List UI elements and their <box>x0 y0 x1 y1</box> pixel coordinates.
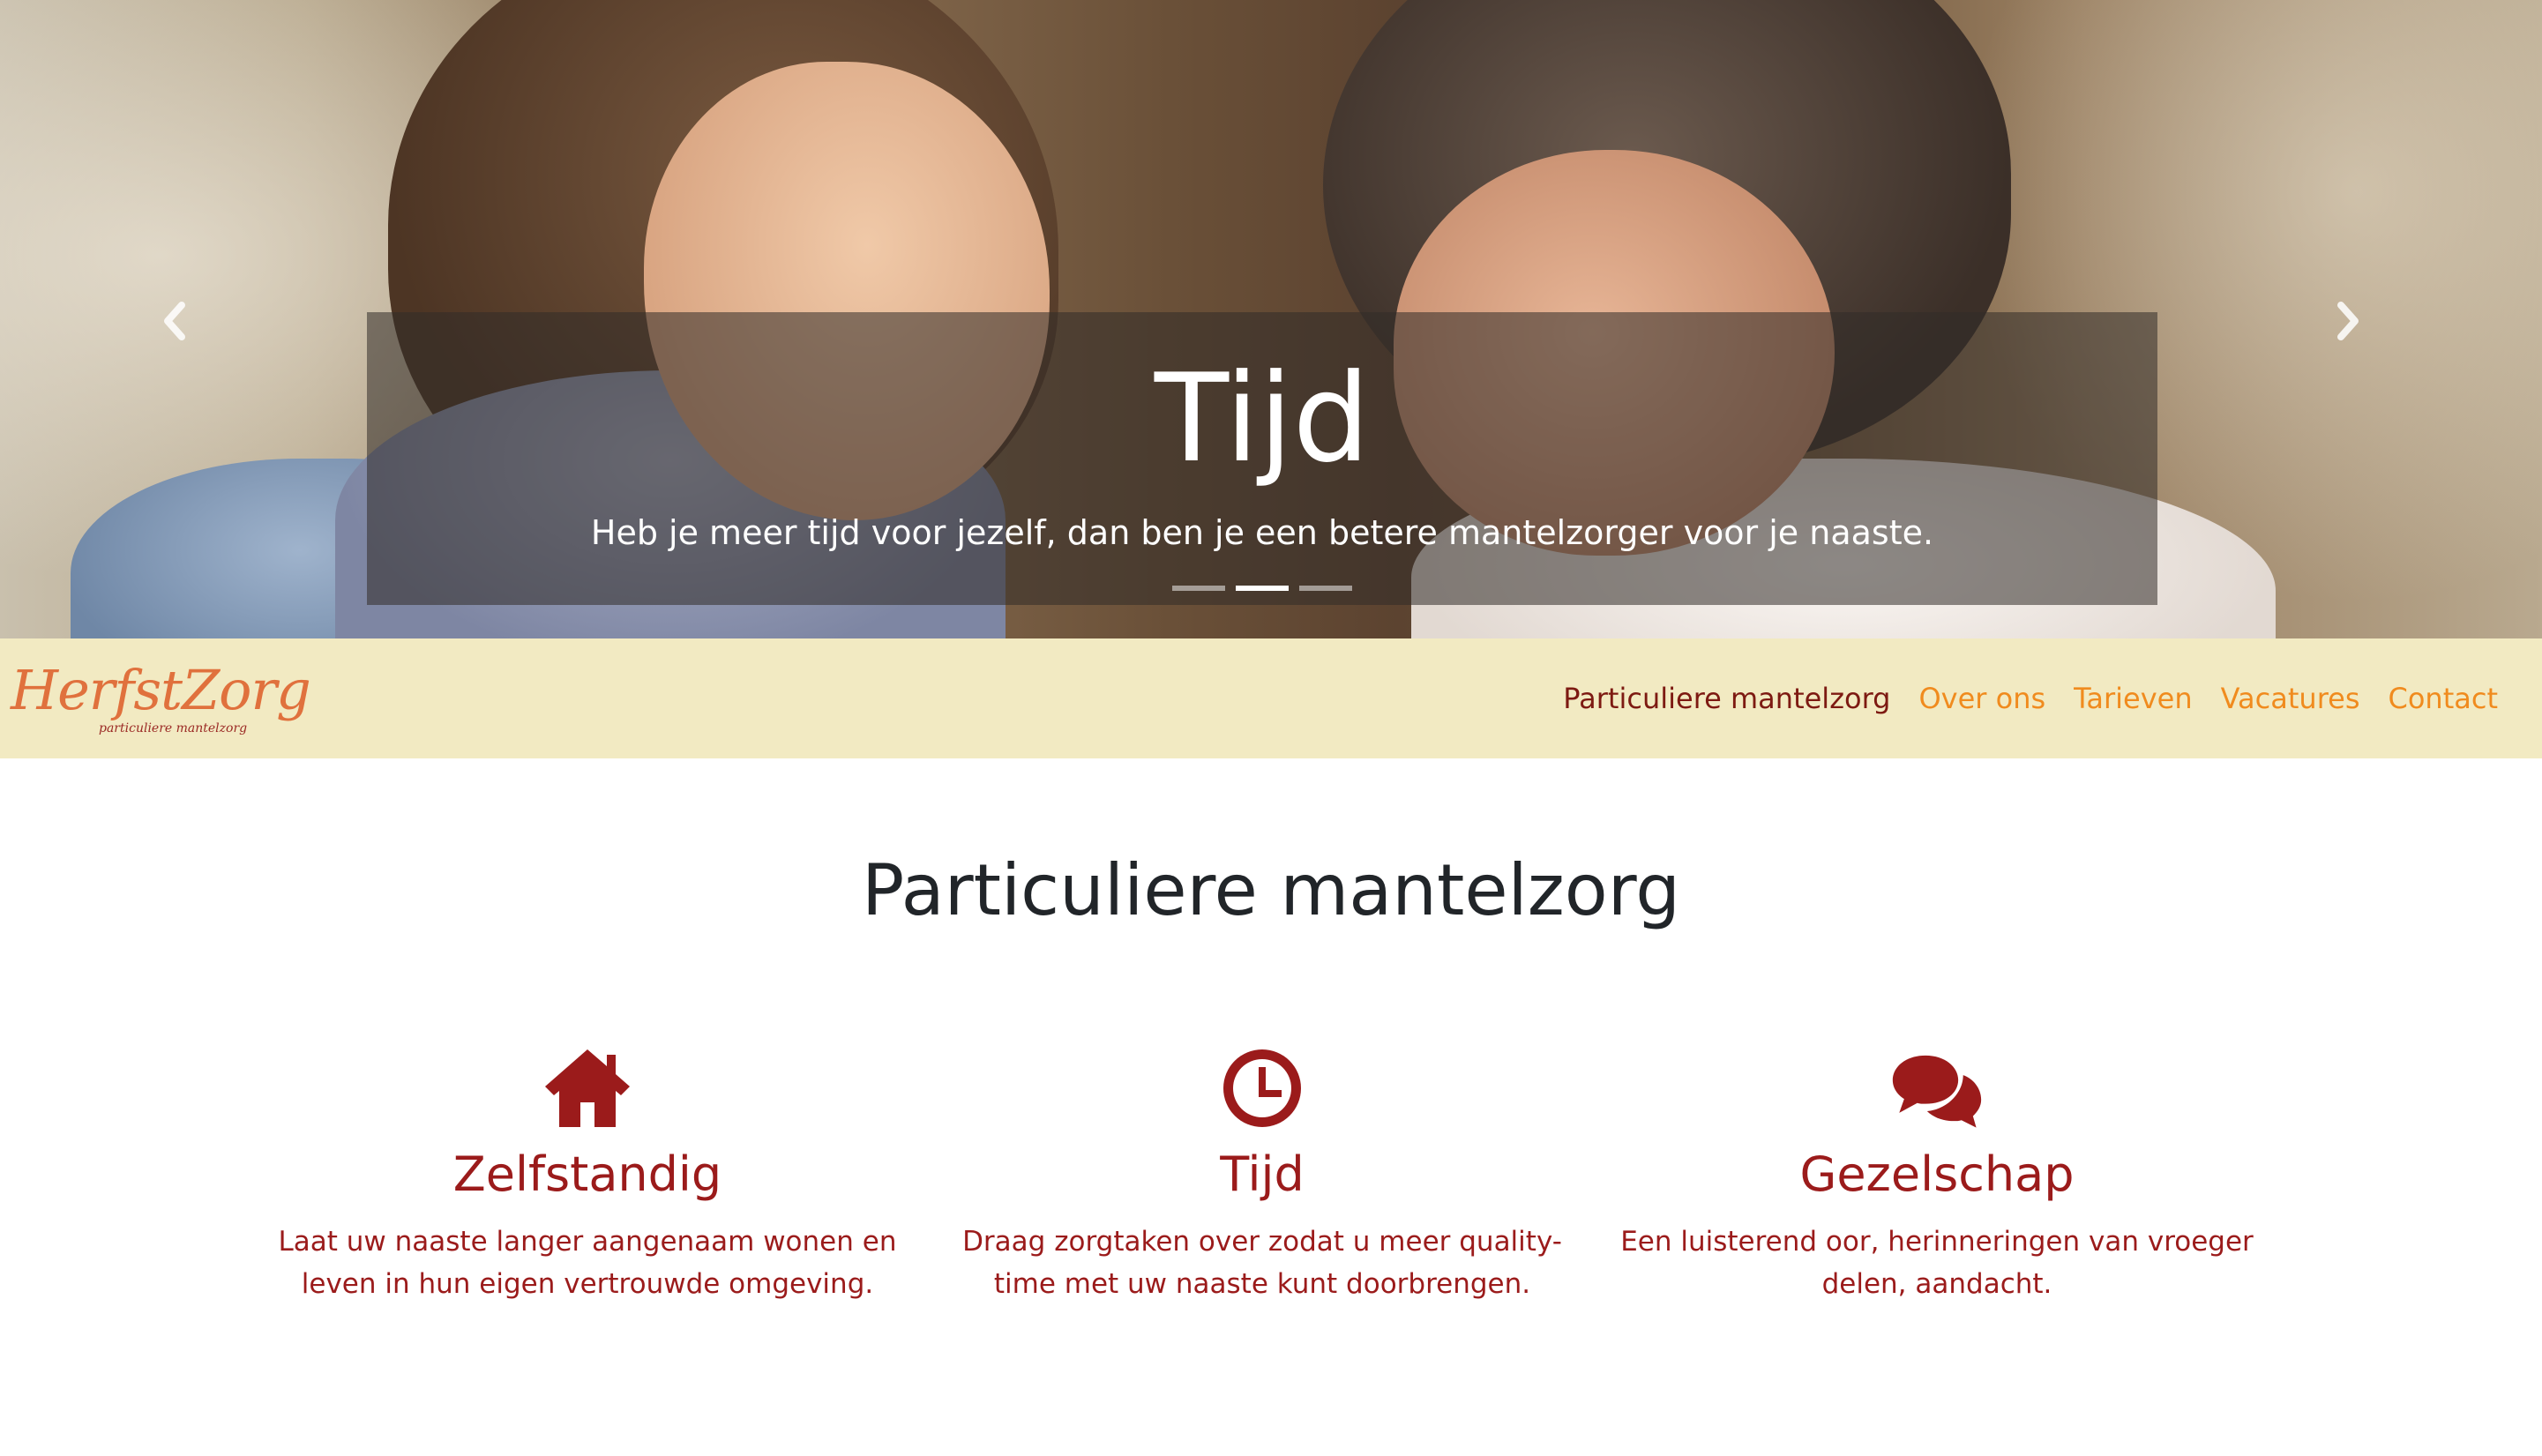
nav-link-vacatures[interactable]: Vacatures <box>2221 682 2360 715</box>
comments-icon <box>1892 1055 1982 1128</box>
logo[interactable]: HerfstZorg particuliere mantelzorg <box>11 654 311 743</box>
feature-title: Gezelschap <box>1799 1146 2075 1202</box>
page-title: Particuliere mantelzorg <box>862 849 1680 931</box>
feature-tijd: Tijd Draag zorgtaken over zodat u meer q… <box>945 1044 1580 1305</box>
feature-zelfstandig: Zelfstandig Laat uw naaste langer aangen… <box>270 1044 905 1305</box>
logo-subtext: particuliere mantelzorg <box>99 721 248 735</box>
nav-link-over-ons[interactable]: Over ons <box>1918 682 2045 715</box>
carousel-caption-title: Tijd <box>1154 347 1371 489</box>
chevron-right-icon <box>2337 302 2359 340</box>
carousel-caption: Tijd Heb je meer tijd voor jezelf, dan b… <box>367 312 2157 605</box>
feature-text: Laat uw naaste langer aangenaam wonen en… <box>278 1226 897 1300</box>
carousel-indicators <box>367 586 2157 591</box>
nav-link-tarieven[interactable]: Tarieven <box>2074 682 2193 715</box>
chevron-left-icon <box>164 302 185 340</box>
home-icon <box>545 1049 630 1127</box>
nav-link-particuliere-mantelzorg[interactable]: Particuliere mantelzorg <box>1563 682 1890 715</box>
feature-text: Draag zorgtaken over zodat u meer qualit… <box>962 1226 1562 1300</box>
feature-title: Tijd <box>1220 1146 1305 1202</box>
feature-title: Zelfstandig <box>452 1146 722 1202</box>
carousel-indicator-2[interactable] <box>1236 586 1289 591</box>
clock-icon <box>1223 1049 1301 1127</box>
carousel-next-button[interactable] <box>2321 295 2374 347</box>
carousel-indicator-1[interactable] <box>1172 586 1225 591</box>
carousel-indicator-3[interactable] <box>1299 586 1352 591</box>
hero-carousel: Tijd Heb je meer tijd voor jezelf, dan b… <box>0 0 2542 638</box>
nav-link-contact[interactable]: Contact <box>2389 682 2499 715</box>
carousel-caption-text: Heb je meer tijd voor jezelf, dan ben je… <box>590 513 1934 552</box>
nav-links: Particuliere mantelzorg Over ons Tarieve… <box>1563 638 2498 758</box>
feature-text: Een luisterend oor, herinneringen van vr… <box>1620 1226 2254 1300</box>
navbar: HerfstZorg particuliere mantelzorg Parti… <box>0 638 2542 758</box>
logo-text: HerfstZorg <box>11 658 311 722</box>
feature-gezelschap: Gezelschap Een luisterend oor, herinneri… <box>1619 1044 2254 1305</box>
carousel-prev-button[interactable] <box>148 295 201 347</box>
